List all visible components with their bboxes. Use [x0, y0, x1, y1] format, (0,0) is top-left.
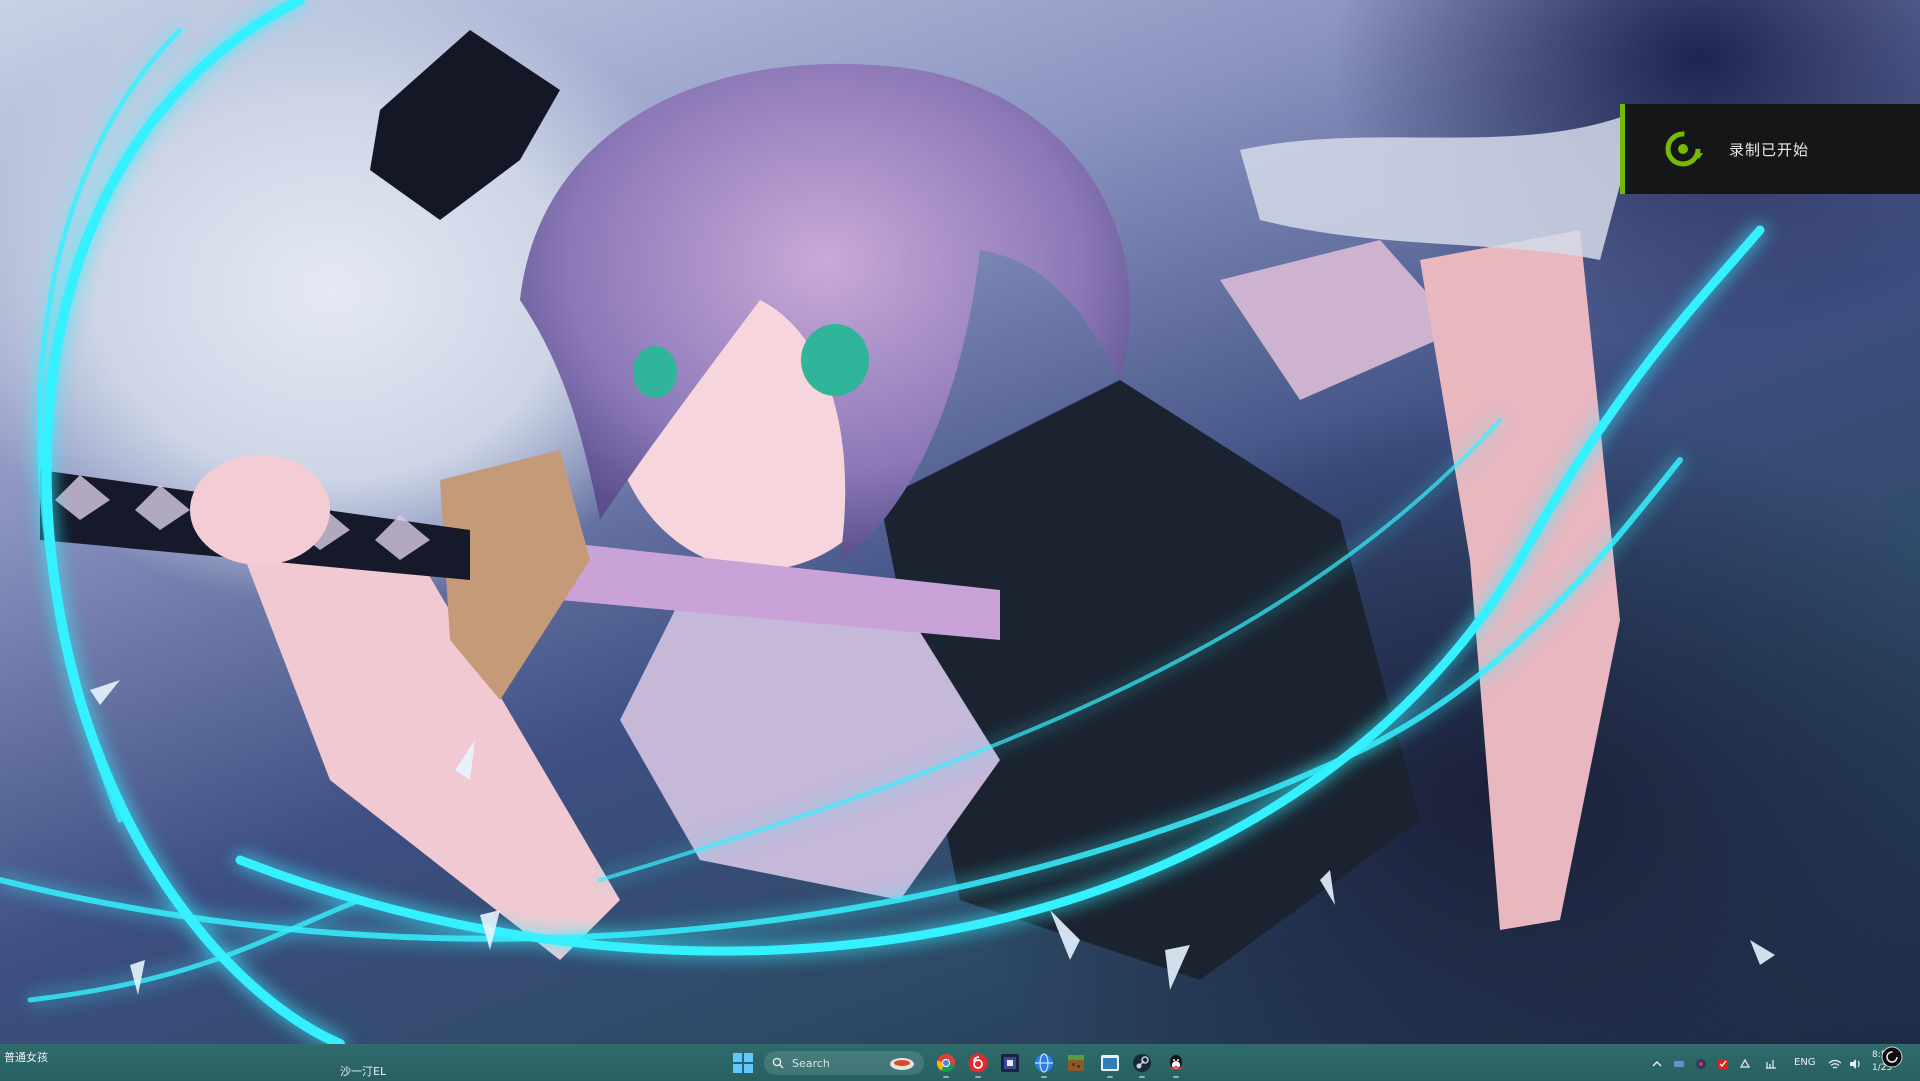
desktop-corner-label: 普通女孩 — [4, 1051, 48, 1064]
tray-network-monitor-icon[interactable] — [1764, 1056, 1778, 1070]
wifi-icon[interactable] — [1828, 1056, 1842, 1070]
search-placeholder: Search — [792, 1056, 830, 1070]
window-app-icon[interactable] — [1100, 1053, 1120, 1073]
chrome-icon[interactable] — [936, 1053, 956, 1073]
taskbar-search-box[interactable]: Search — [764, 1051, 924, 1075]
tray-app-icon-1[interactable] — [1672, 1056, 1686, 1070]
taskbar: 普通女孩 沙一汀EL Search ENG 8:5 1/25 — [0, 1044, 1920, 1081]
taskbar-widget-label[interactable]: 沙一汀EL — [340, 1063, 386, 1079]
tray-app-icon-2[interactable] — [1694, 1056, 1708, 1070]
volume-icon[interactable] — [1848, 1056, 1862, 1070]
windows-start-icon[interactable] — [732, 1052, 754, 1074]
browser-globe-icon[interactable] — [1034, 1053, 1054, 1073]
search-highlight-icon — [890, 1058, 914, 1070]
recording-started-notification[interactable]: 录制已开始 — [1620, 104, 1920, 194]
netease-music-icon[interactable] — [968, 1053, 988, 1073]
dark-app-icon[interactable] — [1000, 1053, 1020, 1073]
input-language-indicator[interactable]: ENG — [1794, 1057, 1816, 1068]
tray-app-icon-4[interactable] — [1738, 1056, 1752, 1070]
capture-overlay-icon[interactable] — [1881, 1046, 1903, 1068]
steam-icon[interactable] — [1132, 1053, 1152, 1073]
show-hidden-icons-chevron-icon[interactable] — [1650, 1056, 1664, 1070]
tray-app-icon-3[interactable] — [1716, 1056, 1730, 1070]
record-circle-icon — [1665, 131, 1703, 167]
qq-icon[interactable] — [1166, 1053, 1186, 1073]
search-icon — [772, 1057, 784, 1069]
minecraft-icon[interactable] — [1066, 1053, 1086, 1073]
notification-text: 录制已开始 — [1729, 140, 1810, 159]
